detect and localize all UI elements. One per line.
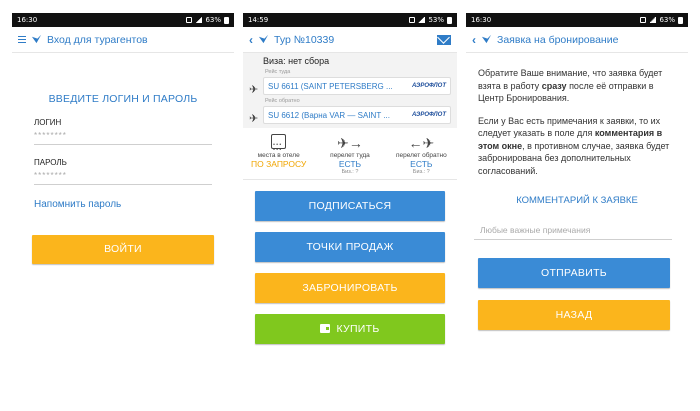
battery-level: 63% (659, 16, 675, 24)
logo-icon (31, 34, 42, 44)
battery-level: 63% (205, 16, 221, 24)
inbound-flight-box[interactable]: SU 6612 (Варна VAR — SAINT ... АЭРОФЛОТ (263, 106, 451, 124)
inbound-flight-number: SU 6612 (Варна VAR — SAINT ... (268, 110, 390, 120)
stat-label: перелет обратно (395, 152, 447, 159)
back-icon[interactable]: ‹ (472, 34, 476, 46)
app-bar: ‹ Заявка на бронирование (466, 27, 688, 53)
battery-icon (447, 16, 452, 24)
app-bar: ‹ Тур №10339 (243, 27, 457, 53)
logo-icon (258, 34, 269, 44)
password-label: ПАРОЛЬ (34, 158, 67, 167)
back-icon[interactable]: ‹ (249, 34, 253, 46)
comment-input[interactable]: Любые важные примечания (474, 218, 672, 240)
booking-screen: 16:30 63% ‹ Заявка на бронирование Обрат… (466, 13, 688, 398)
stat-value: ЕСТЬ (338, 159, 362, 169)
tour-title: Тур №10339 (274, 33, 335, 46)
stat-label: перелет туда (330, 152, 370, 159)
login-input[interactable]: ******** (34, 127, 212, 145)
inbound-label: Рейс обратно (265, 98, 300, 104)
visa-info: Виза: нет сбора (263, 56, 330, 66)
plane-left-icon: ←✈ (408, 135, 435, 151)
status-bar: 14:59 53% (243, 13, 457, 27)
battery-icon (678, 16, 683, 24)
status-time: 16:30 (17, 16, 38, 24)
subscribe-button[interactable]: ПОДПИСАТЬСЯ (255, 191, 445, 221)
notification-icon (640, 17, 647, 23)
stat-value: ЕСТЬ (410, 159, 433, 169)
password-input[interactable]: ******** (34, 167, 212, 185)
status-bar: 16:30 63% (12, 13, 234, 27)
password-field[interactable]: ПАРОЛЬ ******** (34, 158, 212, 185)
stat-flight-back: ←✈ перелет обратно ЕСТЬ Биз.: ? (386, 134, 457, 175)
tour-screen: 14:59 53% ‹ Тур №10339 Виза: нет сбора ✈… (243, 13, 457, 398)
plane-arrival-icon: ✈ (249, 113, 259, 125)
login-button[interactable]: ВОЙТИ (32, 235, 214, 264)
status-bar: 16:30 63% (466, 13, 688, 27)
battery-icon (224, 16, 229, 24)
notice-paragraph-1: Обратите Ваше внимание, что заявка будет… (478, 68, 663, 103)
signal-icon (418, 17, 426, 23)
remind-password-link[interactable]: Напомнить пароль (34, 199, 212, 210)
airline-logo: АЭРОФЛОТ (411, 83, 446, 89)
booking-actions: ОТПРАВИТЬ НАЗАД (478, 258, 670, 330)
login-label: ЛОГИН (34, 118, 62, 127)
notification-icon (186, 17, 193, 23)
tour-actions: ПОДПИСАТЬСЯ ТОЧКИ ПРОДАЖ ЗАБРОНИРОВАТЬ К… (243, 180, 457, 344)
stat-sub: Биз.: ? (341, 169, 359, 175)
plane-departure-icon: ✈ (249, 84, 259, 96)
booking-notice: Обратите Ваше внимание, что заявка будет… (478, 67, 674, 177)
sales-points-button[interactable]: ТОЧКИ ПРОДАЖ (255, 232, 445, 262)
app-title: Вход для турагентов (47, 33, 148, 46)
logo-icon (481, 34, 492, 44)
outbound-label: Рейс туда (265, 69, 291, 75)
signal-icon (649, 17, 657, 23)
outbound-flight-box[interactable]: SU 6611 (SAINT PETERSBERG ... АЭРОФЛОТ (263, 77, 451, 95)
stat-hotel: места в отеле ПО ЗАПРОСУ (243, 134, 314, 175)
battery-level: 53% (428, 16, 444, 24)
hotel-icon (271, 134, 287, 159)
buy-label: КУПИТЬ (336, 323, 380, 335)
notice-paragraph-2: Если у Вас есть примечания к заявки, то … (478, 115, 670, 176)
booking-title: Заявка на бронирование (497, 33, 619, 46)
buy-button[interactable]: КУПИТЬ (255, 314, 445, 344)
wallet-icon (320, 324, 331, 333)
stat-flight-out: ✈→ перелет туда ЕСТЬ Биз.: ? (314, 134, 385, 175)
app-bar: Вход для турагентов (12, 27, 234, 53)
tour-details: Виза: нет сбора ✈ Рейс туда SU 6611 (SAI… (243, 53, 457, 128)
signal-icon (195, 17, 203, 23)
outbound-flight[interactable]: ✈ Рейс туда SU 6611 (SAINT PETERSBERG ..… (249, 69, 451, 96)
stat-sub: Биз.: ? (412, 169, 430, 175)
back-button[interactable]: НАЗАД (478, 300, 670, 330)
comment-heading: КОММЕНТАРИЙ К ЗАЯВКЕ (516, 195, 638, 206)
book-button[interactable]: ЗАБРОНИРОВАТЬ (255, 273, 445, 303)
login-screen: 16:30 63% Вход для турагентов ВВЕДИТЕ ЛО… (12, 13, 234, 398)
login-heading: ВВЕДИТЕ ЛОГИН И ПАРОЛЬ (48, 93, 198, 105)
status-time: 16:30 (471, 16, 492, 24)
plane-right-icon: ✈→ (337, 135, 363, 151)
airline-logo: АЭРОФЛОТ (411, 112, 446, 118)
inbound-flight[interactable]: ✈ Рейс обратно SU 6612 (Варна VAR — SAIN… (249, 98, 451, 125)
send-button[interactable]: ОТПРАВИТЬ (478, 258, 670, 288)
notification-icon (409, 17, 416, 23)
outbound-flight-number: SU 6611 (SAINT PETERSBERG ... (268, 81, 393, 91)
status-time: 14:59 (248, 16, 269, 24)
availability-stats: места в отеле ПО ЗАПРОСУ ✈→ перелет туда… (243, 128, 457, 180)
menu-icon[interactable] (18, 36, 26, 43)
stat-value: ПО ЗАПРОСУ (251, 159, 307, 169)
login-field[interactable]: ЛОГИН ******** (34, 118, 212, 145)
mail-icon[interactable] (437, 34, 451, 45)
